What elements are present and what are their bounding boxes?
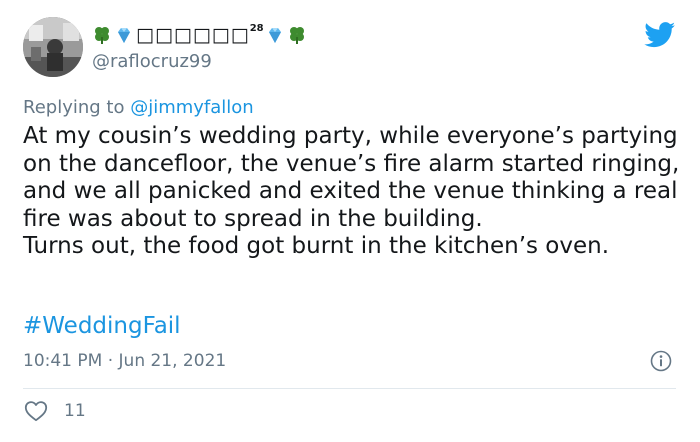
user-handle[interactable]: @raflocruz99 (92, 50, 212, 74)
replying-to-label: Replying to (23, 97, 131, 118)
divider (23, 388, 676, 389)
display-name-superscript: 28 (249, 23, 264, 34)
clover-emoji-icon (92, 25, 112, 45)
gem-emoji-icon (114, 25, 134, 45)
hashtag-link[interactable]: #WeddingFail (23, 313, 181, 341)
reply-to-mention-link[interactable]: @jimmyfallon (130, 97, 254, 118)
like-count: 11 (64, 401, 86, 421)
clover-emoji-icon (287, 25, 307, 45)
heart-icon[interactable] (24, 400, 48, 422)
tweet-timestamp[interactable]: 10:41 PM · Jun 21, 2021 (23, 349, 226, 373)
info-icon[interactable] (650, 350, 672, 372)
avatar-photo (23, 17, 83, 77)
gem-emoji-icon (265, 25, 285, 45)
display-name-text: □□□□□□ (136, 24, 250, 46)
tweet-card: □□□□□□ 28 @raflocruz99 Replying to @jimm… (0, 0, 700, 442)
display-name[interactable]: □□□□□□ 28 (92, 22, 309, 48)
tweet-body-text: At my cousin’s wedding party, while ever… (23, 123, 680, 259)
replying-to-line: Replying to @jimmyfallon (23, 96, 254, 120)
twitter-bird-icon[interactable] (644, 22, 676, 48)
avatar[interactable] (23, 17, 83, 77)
